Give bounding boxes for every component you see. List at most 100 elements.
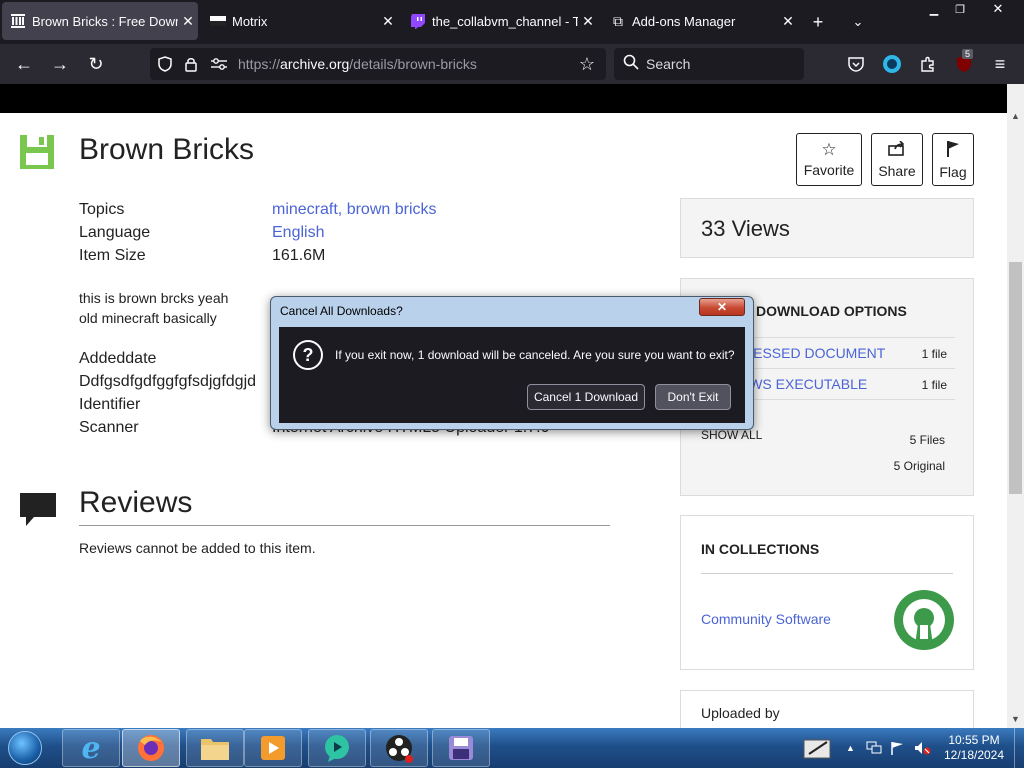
- back-button[interactable]: ←: [12, 52, 36, 76]
- metadata-label: Addeddate: [79, 350, 157, 367]
- original-files: 5 Original: [893, 459, 945, 473]
- restore-button[interactable]: ❐: [946, 0, 974, 18]
- bookmark-star-icon[interactable]: ☆: [578, 54, 596, 74]
- page-scrollbar[interactable]: ▲ ▼: [1007, 84, 1024, 728]
- description-line: this is brown brcks yeah: [79, 290, 229, 306]
- metadata-label: Item Size: [79, 247, 146, 264]
- tablet-input-icon[interactable]: [803, 728, 833, 768]
- download-file-count: 1 file: [921, 347, 947, 361]
- start-button[interactable]: [5, 730, 45, 766]
- favorite-label: Favorite: [803, 162, 855, 178]
- tab-close-icon[interactable]: ✕: [778, 13, 798, 30]
- taskbar-app-purple[interactable]: [432, 729, 490, 767]
- tab-close-icon[interactable]: ✕: [578, 13, 598, 30]
- tab-bar: Brown Bricks : Free Downlo ✕ Motrix ✕ th…: [0, 0, 1024, 44]
- show-all-link[interactable]: SHOW ALL: [701, 428, 762, 442]
- shield-icon[interactable]: [156, 55, 174, 73]
- dialog-body: ? If you exit now, 1 download will be ca…: [279, 327, 745, 423]
- permissions-icon[interactable]: [210, 55, 228, 73]
- collection-link[interactable]: Community Software: [701, 611, 831, 627]
- tab-motrix[interactable]: Motrix ✕: [202, 2, 398, 40]
- taskbar-obs[interactable]: [370, 729, 428, 767]
- taskbar-explorer[interactable]: [186, 729, 244, 767]
- url-bar[interactable]: https://archive.org/details/brown-bricks…: [150, 48, 606, 80]
- floppy-app-icon: [449, 736, 473, 760]
- taskbar-app-green[interactable]: [308, 729, 366, 767]
- ublock-icon[interactable]: 5: [952, 49, 976, 76]
- extensions-icon[interactable]: [916, 52, 940, 76]
- taskbar-firefox[interactable]: [122, 729, 180, 767]
- star-icon: ☆: [821, 140, 837, 159]
- clock-date: 12/18/2024: [943, 748, 1005, 762]
- tab-brown-bricks[interactable]: Brown Bricks : Free Downlo ✕: [2, 2, 198, 40]
- flag-label: Flag: [939, 163, 967, 180]
- description-line: old minecraft basically: [79, 310, 217, 326]
- share-label: Share: [878, 162, 916, 179]
- lock-icon[interactable]: [182, 55, 200, 73]
- new-tab-button[interactable]: +: [806, 10, 830, 34]
- divider: [79, 525, 610, 526]
- pocket-icon[interactable]: [844, 52, 868, 76]
- show-hidden-icons[interactable]: ▲: [846, 728, 855, 768]
- comment-icon: [20, 493, 56, 532]
- folder-icon: [201, 739, 229, 760]
- search-bar[interactable]: Search: [614, 48, 804, 80]
- collections-box: IN COLLECTIONS Community Software: [680, 515, 974, 670]
- taskbar-internet-explorer[interactable]: e: [62, 729, 120, 767]
- chat-bubble-icon: [325, 735, 349, 762]
- reviews-title: Reviews: [79, 486, 193, 519]
- metadata-label: Language: [79, 224, 151, 241]
- search-placeholder: Search: [646, 56, 691, 72]
- tab-title: the_collabvm_channel - Tw: [432, 13, 578, 29]
- collections-title: IN COLLECTIONS: [701, 541, 820, 557]
- volume-muted-icon[interactable]: [914, 728, 932, 768]
- metadata-label: Scanner: [79, 419, 139, 436]
- metadata-label: Ddfgsdfgdfggfgfsdjgfdgjd: [79, 373, 257, 390]
- archive-icon: [10, 13, 26, 29]
- clock-time: 10:55 PM: [948, 733, 1000, 747]
- question-icon: ?: [293, 340, 323, 370]
- dialog-close-button[interactable]: ✕: [699, 298, 745, 316]
- windows-logo-icon: [8, 731, 42, 765]
- flag-button[interactable]: Flag: [932, 133, 974, 186]
- url-text[interactable]: https://archive.org/details/brown-bricks: [238, 56, 477, 72]
- show-desktop-button[interactable]: [1014, 728, 1024, 768]
- download-options-title: DOWNLOAD OPTIONS: [756, 303, 907, 319]
- topics-link[interactable]: minecraft, brown bricks: [272, 201, 437, 219]
- network-icon[interactable]: [866, 728, 882, 768]
- cancel-download-button[interactable]: Cancel 1 Download: [527, 384, 645, 410]
- floppy-disk-icon: [20, 135, 54, 174]
- views-box: 33 Views: [680, 198, 974, 258]
- system-clock[interactable]: 10:55 PM 12/18/2024: [938, 733, 1010, 763]
- scroll-up-icon[interactable]: ▲: [1007, 108, 1024, 125]
- taskbar-media-player[interactable]: [244, 729, 302, 767]
- menu-icon[interactable]: ≡: [988, 52, 1012, 76]
- tab-close-icon[interactable]: ✕: [178, 13, 198, 30]
- navigation-toolbar: ← → ↻ https://archive.org/details/brown-…: [0, 44, 1024, 84]
- tab-close-icon[interactable]: ✕: [378, 13, 398, 30]
- close-window-button[interactable]: ✕: [980, 0, 1016, 18]
- share-icon: [888, 139, 906, 160]
- favorite-button[interactable]: ☆ Favorite: [796, 133, 862, 186]
- language-link[interactable]: English: [272, 224, 324, 242]
- dont-exit-button[interactable]: Don't Exit: [655, 384, 731, 410]
- scrollbar-thumb[interactable]: [1009, 262, 1022, 494]
- dialog-title: Cancel All Downloads?: [280, 304, 403, 318]
- internet-explorer-icon: e: [81, 730, 101, 766]
- share-button[interactable]: Share: [871, 133, 923, 186]
- scroll-down-icon[interactable]: ▼: [1007, 711, 1024, 728]
- forward-button[interactable]: →: [48, 52, 72, 76]
- obs-icon: [386, 735, 413, 763]
- tab-twitch[interactable]: the_collabvm_channel - Tw ✕: [402, 2, 598, 40]
- list-tabs-button[interactable]: ⌄: [846, 10, 870, 34]
- open-source-logo[interactable]: [893, 589, 955, 651]
- account-icon[interactable]: [880, 52, 904, 76]
- search-icon: [623, 54, 639, 75]
- flag-icon: [946, 140, 960, 161]
- minimize-button[interactable]: ▁: [920, 0, 948, 18]
- total-files: 5 Files: [909, 433, 945, 447]
- action-center-flag-icon[interactable]: [890, 728, 904, 768]
- twitch-icon: [410, 13, 426, 29]
- reload-button[interactable]: ↻: [84, 52, 108, 76]
- tab-addons[interactable]: ⧉ Add-ons Manager ✕: [602, 2, 798, 40]
